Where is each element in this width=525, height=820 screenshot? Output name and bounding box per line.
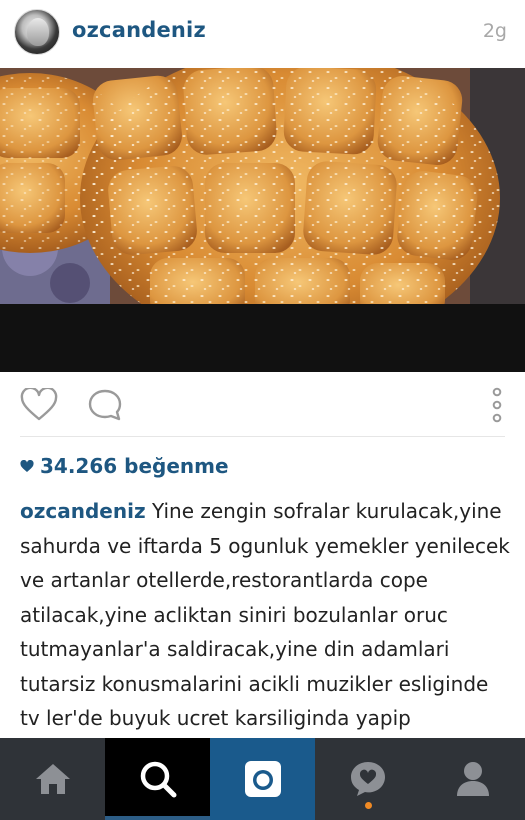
profile-icon [456, 762, 489, 796]
search-icon [140, 761, 176, 798]
more-options-button[interactable] [486, 387, 508, 423]
likes-row[interactable]: 34.266 beğenme [20, 452, 229, 480]
nav-search[interactable] [105, 738, 210, 820]
post-actions [0, 372, 525, 436]
notification-dot [364, 802, 372, 809]
post-username[interactable]: ozcandeniz [72, 18, 206, 42]
caption-text: Yine zengin sofralar kurulacak,yine sahu… [20, 499, 510, 730]
actions-divider [20, 436, 505, 437]
bread-image [0, 68, 525, 304]
post-photo[interactable] [0, 68, 525, 304]
likes-number: 34.266 [40, 454, 118, 478]
likes-count: 34.266 beğenme [40, 454, 229, 478]
comment-button[interactable] [85, 387, 125, 423]
post-time: 2g [482, 20, 507, 42]
likes-label: beğenme [124, 454, 229, 478]
avatar-face [27, 18, 49, 46]
photo-letterbox [0, 304, 525, 372]
vertical-dots-icon [492, 387, 502, 423]
post-header: ozcandeniz 2g [0, 0, 525, 68]
activity-icon [350, 762, 385, 796]
home-icon [35, 764, 70, 794]
nav-camera[interactable] [210, 738, 315, 820]
nav-home[interactable] [0, 738, 105, 820]
camera-icon [244, 761, 281, 797]
nav-activity[interactable] [315, 738, 420, 820]
post-caption: ozcandeniz Yine zengin sofralar kurulaca… [20, 494, 510, 736]
comment-bubble-icon [88, 389, 122, 421]
caption-username[interactable]: ozcandeniz [20, 499, 146, 523]
nav-profile[interactable] [420, 738, 525, 820]
like-button[interactable] [19, 387, 59, 423]
avatar[interactable] [14, 9, 60, 55]
heart-filled-icon [20, 459, 34, 472]
bottom-nav [0, 738, 525, 820]
heart-outline-icon [20, 388, 58, 421]
